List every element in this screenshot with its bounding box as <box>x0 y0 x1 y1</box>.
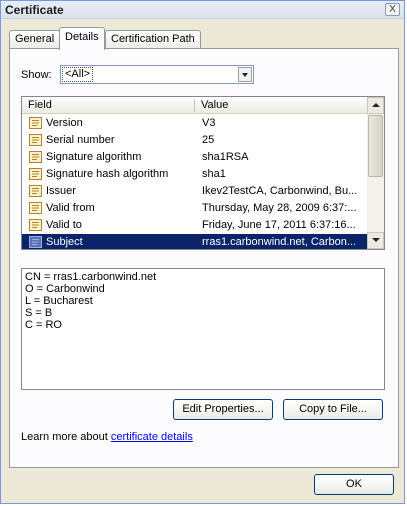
field-value-textbox[interactable]: CN = rras1.carbonwind.net O = Carbonwind L… <box>21 268 385 390</box>
field-name: Subject <box>46 236 83 248</box>
field-value: sha1RSA <box>202 151 249 163</box>
scroll-thumb[interactable] <box>368 115 383 177</box>
scroll-down-button[interactable] <box>367 232 384 249</box>
tab-strip: General Details Certification Path <box>9 27 399 50</box>
close-button[interactable]: X <box>385 3 400 16</box>
field-name: Version <box>46 117 83 129</box>
detail-line: C = RO <box>25 319 62 331</box>
copy-to-file-button[interactable]: Copy to File... <box>283 399 383 420</box>
tab-details[interactable]: Details <box>59 27 105 50</box>
list-row[interactable]: Signature hash algorithm sha1 <box>22 166 368 183</box>
field-value: V3 <box>202 117 216 129</box>
chevron-down-icon[interactable] <box>238 67 252 82</box>
list-row[interactable]: Serial number 25 <box>22 132 368 149</box>
show-dropdown-value: <All> <box>62 67 94 82</box>
detail-line: S = B <box>25 307 53 319</box>
certificate-field-icon <box>28 184 43 198</box>
vertical-scrollbar[interactable] <box>367 97 384 249</box>
details-panel: Show: <All> Field Value Version V3 Serial … <box>9 48 399 468</box>
column-header-value[interactable]: Value <box>201 99 228 111</box>
field-list[interactable]: Field Value Version V3 Serial number 25 Sign… <box>21 96 385 250</box>
certificate-field-icon <box>28 218 43 232</box>
certificate-field-icon <box>28 201 43 215</box>
detail-line: CN = rras1.carbonwind.net <box>25 271 157 283</box>
field-name: Valid from <box>46 202 95 214</box>
show-label: Show: <box>21 69 52 81</box>
scroll-up-button[interactable] <box>367 97 384 114</box>
certificate-dialog: Certificate X General Details Certificat… <box>0 0 405 504</box>
field-name: Issuer <box>46 185 76 197</box>
edit-properties-button[interactable]: Edit Properties... <box>173 399 273 420</box>
field-name: Signature hash algorithm <box>46 168 169 180</box>
list-row[interactable]: Subject rras1.carbonwind.net, Carbon... <box>22 234 368 249</box>
field-value: 25 <box>202 134 215 146</box>
column-header-field[interactable]: Field <box>28 99 52 111</box>
window-title: Certificate <box>5 3 64 17</box>
field-name: Serial number <box>46 134 115 146</box>
certificate-field-icon <box>28 235 43 249</box>
list-row[interactable]: Valid to Friday, June 17, 2011 6:37:16... <box>22 217 368 234</box>
list-row[interactable]: Signature algorithm sha1RSA <box>22 149 368 166</box>
field-value: Friday, June 17, 2011 6:37:16... <box>202 219 356 231</box>
certificate-field-icon <box>28 150 43 164</box>
column-divider[interactable] <box>194 99 195 112</box>
detail-line: O = Carbonwind <box>25 283 105 295</box>
list-row[interactable]: Valid from Thursday, May 28, 2009 6:37:..… <box>22 200 368 217</box>
certificate-field-icon <box>28 116 43 130</box>
certificate-field-icon <box>28 167 43 181</box>
detail-line: L = Bucharest <box>25 295 93 307</box>
list-header: Field Value <box>22 97 368 114</box>
learn-more-text: Learn more about certificate details <box>21 431 193 443</box>
list-row[interactable]: Issuer Ikev2TestCA, Carbonwind, Bu... <box>22 183 368 200</box>
certificate-details-link[interactable]: certificate details <box>111 431 193 443</box>
field-value: rras1.carbonwind.net, Carbon... <box>202 236 357 248</box>
field-value: sha1 <box>202 168 226 180</box>
show-dropdown[interactable]: <All> <box>60 65 254 84</box>
field-value: Ikev2TestCA, Carbonwind, Bu... <box>202 185 358 197</box>
list-row[interactable]: Version V3 <box>22 115 368 132</box>
tab-certification-path[interactable]: Certification Path <box>105 30 201 49</box>
field-name: Valid to <box>46 219 82 231</box>
tab-general[interactable]: General <box>9 30 61 49</box>
ok-button[interactable]: OK <box>314 474 394 495</box>
field-name: Signature algorithm <box>46 151 142 163</box>
field-value: Thursday, May 28, 2009 6:37:... <box>202 202 357 214</box>
learn-more-prefix: Learn more about <box>21 431 111 443</box>
title-bar[interactable]: Certificate X <box>1 1 404 19</box>
certificate-field-icon <box>28 133 43 147</box>
